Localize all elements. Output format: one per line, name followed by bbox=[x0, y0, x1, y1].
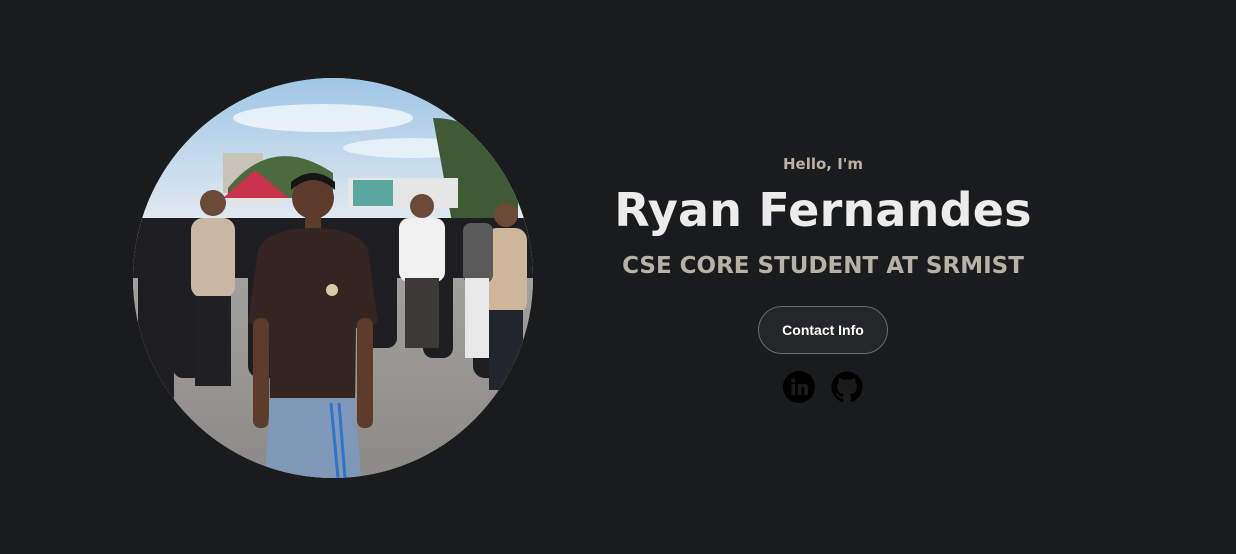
github-icon[interactable] bbox=[830, 370, 864, 404]
contact-info-button[interactable]: Contact Info bbox=[758, 306, 888, 354]
intro-block: Hello, I'm Ryan Fernandes CSE CORE STUDE… bbox=[573, 150, 1073, 404]
profile-name: Ryan Fernandes bbox=[614, 183, 1032, 237]
greeting-text: Hello, I'm bbox=[782, 155, 864, 173]
social-links bbox=[573, 370, 1073, 404]
button-container: Contact Info bbox=[573, 306, 1073, 354]
profile-title: CSE CORE STUDENT AT SRMIST bbox=[622, 253, 1024, 279]
linkedin-icon[interactable] bbox=[782, 370, 816, 404]
profile-photo bbox=[133, 78, 533, 478]
hero-section: Hello, I'm Ryan Fernandes CSE CORE STUDE… bbox=[0, 0, 1236, 554]
